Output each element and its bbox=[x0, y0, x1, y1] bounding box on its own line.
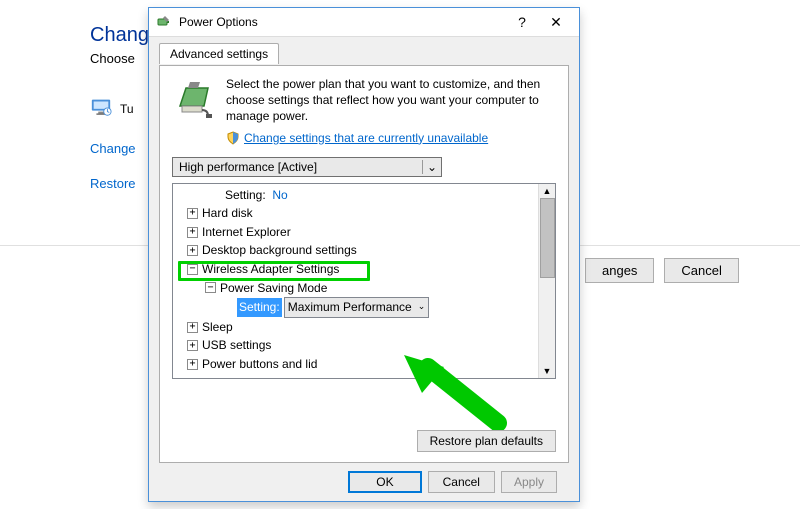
tree-item-usb-settings[interactable]: + USB settings bbox=[177, 336, 534, 355]
tree-setting-wireless: Setting: Maximum Performance ⌄ bbox=[177, 297, 534, 318]
setting-value-combo[interactable]: Maximum Performance ⌄ bbox=[284, 297, 430, 318]
power-options-dialog: Power Options ? ✕ Advanced settings Sele… bbox=[148, 7, 580, 502]
setting-label-selected: Setting: bbox=[237, 298, 282, 317]
plan-select-value: High performance [Active] bbox=[179, 160, 422, 174]
cancel-button[interactable]: Cancel bbox=[428, 471, 495, 493]
expand-icon[interactable]: + bbox=[187, 359, 198, 370]
tree-setting-top: Setting: No bbox=[177, 186, 534, 205]
scroll-down-icon[interactable]: ▼ bbox=[539, 364, 555, 378]
tree-item-wireless-adapter[interactable]: − Wireless Adapter Settings bbox=[177, 260, 534, 279]
tree-item-power-buttons-lid[interactable]: + Power buttons and lid bbox=[177, 355, 534, 374]
scrollbar[interactable]: ▲ ▼ bbox=[538, 184, 555, 378]
battery-plug-icon bbox=[157, 14, 173, 30]
chevron-down-icon: ⌄ bbox=[422, 160, 437, 174]
expand-icon[interactable]: + bbox=[187, 227, 198, 238]
expand-icon[interactable]: + bbox=[187, 208, 198, 219]
power-plan-select[interactable]: High performance [Active] ⌄ bbox=[172, 157, 442, 177]
tree-item-hard-disk[interactable]: + Hard disk bbox=[177, 204, 534, 223]
setting-label: Setting: bbox=[225, 186, 266, 205]
setting-value-no[interactable]: No bbox=[272, 186, 287, 205]
collapse-icon[interactable]: − bbox=[205, 282, 216, 293]
bg-cancel-button[interactable]: Cancel bbox=[664, 258, 738, 283]
settings-tree: Setting: No + Hard disk + Internet Explo… bbox=[172, 183, 556, 379]
tree-item-power-saving-mode[interactable]: − Power Saving Mode bbox=[177, 279, 534, 298]
chevron-down-icon: ⌄ bbox=[418, 300, 426, 314]
collapse-icon[interactable]: − bbox=[187, 264, 198, 275]
intro-text: Select the power plan that you want to c… bbox=[226, 76, 556, 125]
turn-text: Tu bbox=[120, 102, 134, 116]
save-changes-button[interactable]: anges bbox=[585, 258, 654, 283]
ok-button[interactable]: OK bbox=[348, 471, 421, 493]
scroll-up-icon[interactable]: ▲ bbox=[539, 184, 555, 198]
tree-item-sleep[interactable]: + Sleep bbox=[177, 318, 534, 337]
help-button[interactable]: ? bbox=[505, 10, 539, 34]
tree-item-desktop-bg[interactable]: + Desktop background settings bbox=[177, 241, 534, 260]
scroll-thumb[interactable] bbox=[540, 198, 555, 278]
dialog-title: Power Options bbox=[179, 15, 505, 29]
titlebar: Power Options ? ✕ bbox=[149, 8, 579, 37]
expand-icon[interactable]: + bbox=[187, 245, 198, 256]
change-unavailable-link[interactable]: Change settings that are currently unava… bbox=[244, 131, 488, 145]
apply-button: Apply bbox=[501, 471, 557, 493]
combo-value: Maximum Performance bbox=[288, 298, 412, 317]
power-plan-icon bbox=[172, 76, 216, 125]
shield-icon bbox=[226, 131, 240, 145]
tree-item-internet-explorer[interactable]: + Internet Explorer bbox=[177, 223, 534, 242]
close-button[interactable]: ✕ bbox=[539, 10, 573, 34]
monitor-icon bbox=[90, 96, 112, 121]
expand-icon[interactable]: + bbox=[187, 340, 198, 351]
expand-icon[interactable]: + bbox=[187, 322, 198, 333]
tab-panel: Select the power plan that you want to c… bbox=[159, 65, 569, 463]
tab-advanced-settings[interactable]: Advanced settings bbox=[159, 43, 279, 64]
restore-defaults-button[interactable]: Restore plan defaults bbox=[417, 430, 556, 452]
